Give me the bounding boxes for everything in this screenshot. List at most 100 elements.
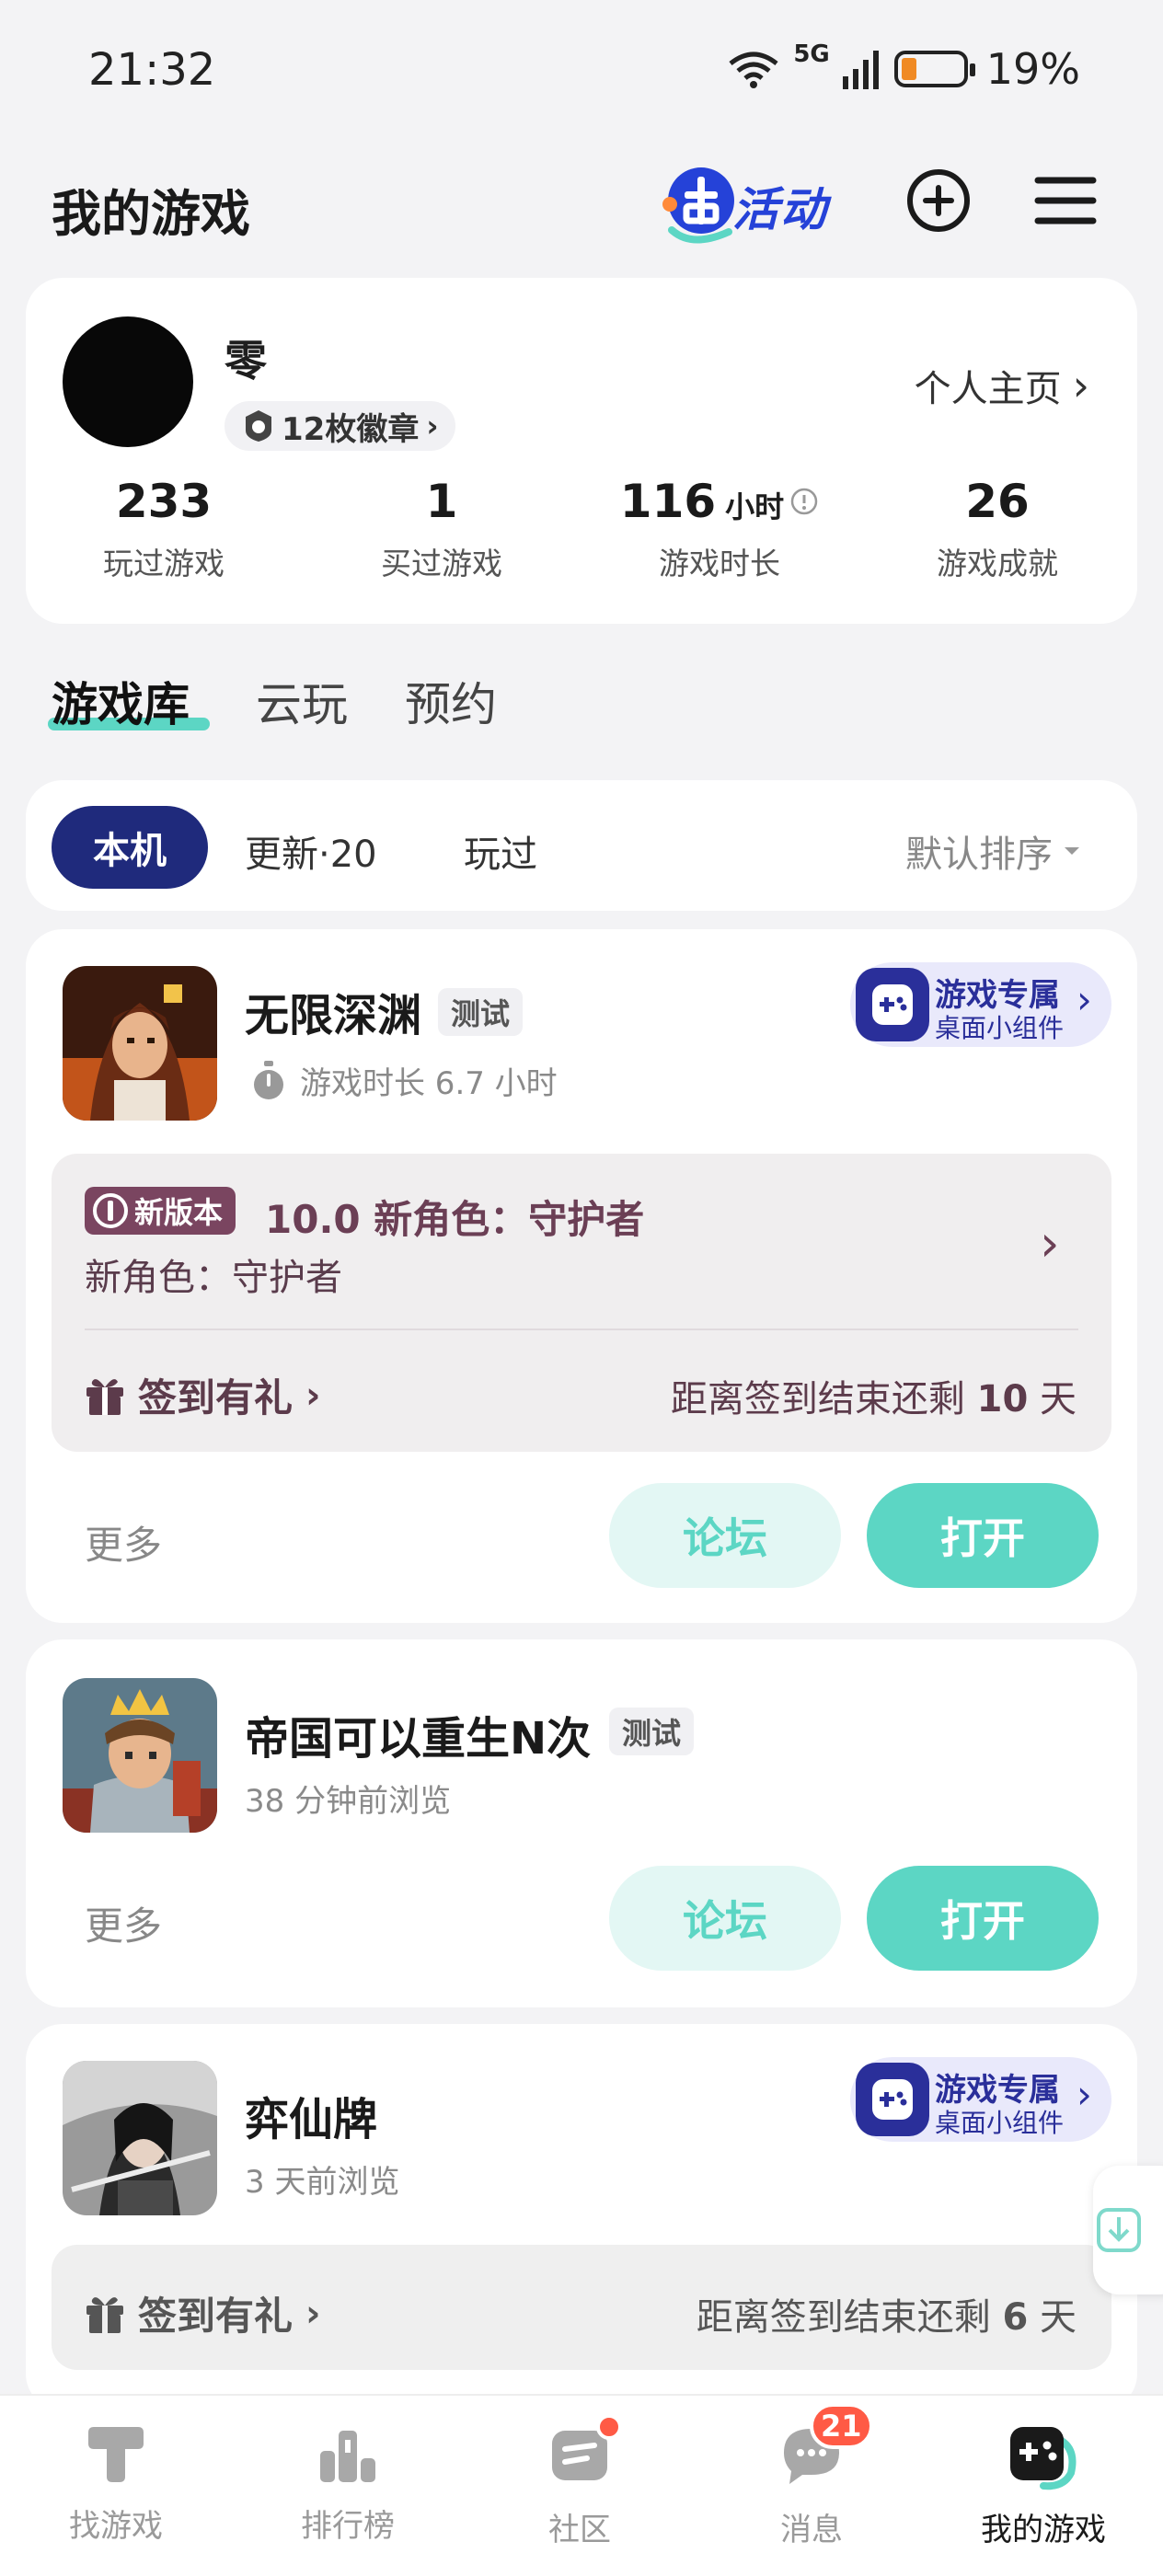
avatar[interactable] [63,316,193,447]
filter-played[interactable]: 玩过 [464,824,537,878]
forum-button[interactable]: 论坛 [609,1866,841,1971]
nav-find-game[interactable]: 找游戏 [24,2421,208,2546]
countdown-days: 6 [1002,2296,1029,2339]
nav-my-games[interactable]: 我的游戏 [951,2421,1135,2549]
checkin-gift-label: 签到有礼 [138,2294,294,2339]
nav-label: 消息 [780,2512,843,2548]
widget-subtitle: 桌面小组件 [935,1013,1065,1043]
checkin-gift-link[interactable]: 签到有礼 › [85,2285,321,2341]
stat-achievements[interactable]: 26 游戏成就 [859,475,1135,583]
checkin-countdown: 距离签到结束还剩 6 天 [697,2287,1077,2340]
stat-played[interactable]: 233 玩过游戏 [26,475,302,583]
stat-playtime[interactable]: 116 小时 游戏时长 [582,475,858,583]
nav-label: 社区 [548,2512,611,2548]
my-games-icon [1010,2427,1077,2490]
chevron-right-icon: › [426,408,439,443]
chevron-right-icon: › [305,1374,321,1417]
notification-dot [596,2414,622,2440]
ranking-icon [320,2431,375,2482]
stat-label: 游戏时长 [659,546,780,581]
divider [85,1328,1078,1330]
sort-dropdown[interactable]: 默认排序 [905,824,1082,878]
checkin-gift-label: 签到有礼 [138,1375,294,1420]
news-title: 10.0 新角色：守护者 [265,1197,645,1242]
sort-label: 默认排序 [905,834,1053,876]
last-browsed-text: 3 天前浏览 [245,2164,400,2201]
activity-label[interactable]: 活动 [732,173,828,239]
game-title[interactable]: 弈仙牌 [245,2083,377,2147]
playtime-text: 游戏时长 6.7 小时 [300,1065,558,1102]
game-title[interactable]: 帝国可以重生N次 [245,1702,591,1766]
find-game-icon [88,2427,144,2482]
countdown-days: 10 [976,1378,1029,1420]
profile-home-link[interactable]: 个人主页 › [915,359,1089,412]
new-version-tag: 新版本 [85,1187,236,1235]
menu-button[interactable] [1029,164,1102,237]
nav-community[interactable]: 社区 [488,2414,672,2549]
gift-icon [86,2296,123,2333]
status-icons: 5G 19% [727,40,1080,94]
filter-local[interactable]: 本机 [52,806,208,889]
open-button[interactable]: 打开 [867,1866,1099,1971]
forum-button[interactable]: 论坛 [609,1483,841,1588]
game-title[interactable]: 无限深渊 [245,979,421,1043]
chevron-right-icon: › [1077,2072,1092,2117]
profile-home-label: 个人主页 [914,368,1062,410]
game-icon-yixianpai[interactable] [63,2061,217,2215]
widget-chip[interactable]: 游戏专属 桌面小组件 › [850,962,1111,1047]
page-title: 我的游戏 [52,185,250,243]
badge-chip[interactable]: 12枚徽章 › [225,401,455,451]
tab-library[interactable]: 游戏库 [52,668,190,734]
version-icon [93,1193,128,1228]
widget-subtitle: 桌面小组件 [935,2108,1065,2138]
stat-value: 233 [115,475,213,528]
widget-chip[interactable]: 游戏专属 桌面小组件 › [850,2057,1111,2142]
stat-label: 游戏成就 [937,546,1058,581]
game-icon-empire[interactable] [63,1678,217,1833]
more-button[interactable]: 更多 [85,1514,162,1570]
chevron-right-icon: › [1040,1214,1060,1272]
tab-reservation[interactable]: 预约 [405,668,497,734]
stat-value: 116 [619,475,717,528]
gamepad-glyph-icon [872,2079,913,2120]
nav-label: 找游戏 [69,2508,163,2545]
stat-unit: 小时 [725,489,785,524]
gamepad-glyph-icon [872,984,913,1025]
hamburger-menu-icon [1034,177,1097,224]
game-art-icon [63,1678,217,1833]
nav-ranking[interactable]: 排行榜 [256,2421,440,2546]
tab-cloud-play[interactable]: 云玩 [256,668,348,734]
plus-circle-icon [907,169,970,232]
filter-update[interactable]: 更新·20 [245,824,377,878]
chevron-right-icon: › [305,2292,321,2335]
username: 零 [225,336,267,385]
floating-download-button[interactable] [1093,2166,1163,2294]
battery-icon [893,51,975,87]
game-meta: 3 天前浏览 [245,2156,399,2202]
game-art-icon [63,2061,217,2215]
open-button[interactable]: 打开 [867,1483,1099,1588]
game-meta: 38 分钟前浏览 [245,1776,451,1821]
stat-label: 买过游戏 [381,546,502,581]
countdown-prefix: 距离签到结束还剩 [696,2296,991,2339]
news-subtitle: 新角色：守护者 [85,1257,342,1299]
download-icon [1097,2208,1141,2252]
chevron-right-icon: › [1077,977,1092,1022]
network-label: 5G [793,40,830,68]
stat-bought[interactable]: 1 买过游戏 [304,475,580,583]
add-button[interactable] [902,164,975,237]
message-count-badge: 21 [810,2403,873,2449]
checkin-gift-link[interactable]: 签到有礼 › [85,1367,321,1423]
countdown-prefix: 距离签到结束还剩 [670,1378,965,1420]
countdown-suffix: 天 [1040,2296,1077,2339]
game-icon-abyss[interactable] [63,966,217,1121]
new-version-label: 新版本 [134,1195,224,1230]
nav-messages[interactable]: 21 消息 [720,2403,904,2549]
test-tag: 测试 [438,988,524,1036]
wifi-icon [729,52,778,88]
last-browsed-text: 38 分钟前浏览 [245,1783,452,1820]
stat-label: 玩过游戏 [103,546,225,581]
more-button[interactable]: 更多 [85,1895,162,1951]
battery-level: 19% [985,44,1080,94]
gamepad-icon [856,2063,929,2136]
